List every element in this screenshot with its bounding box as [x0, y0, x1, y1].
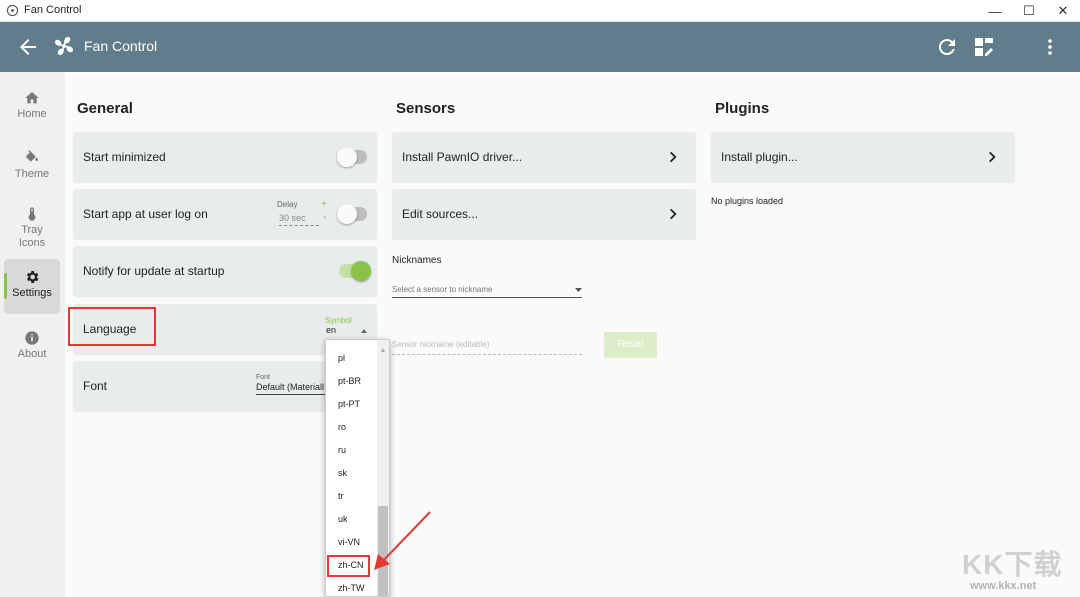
start-app-card: Start app at user log on Delay 30 sec + …: [73, 189, 377, 239]
start-app-label: Start app at user log on: [83, 207, 208, 221]
edit-sources-label: Edit sources...: [402, 207, 479, 221]
reset-button[interactable]: Reset: [604, 332, 657, 358]
sidebar-item-label: Icons: [18, 237, 46, 249]
caret-down-icon: [575, 288, 582, 292]
language-select-value[interactable]: en: [326, 325, 336, 335]
start-minimized-card: Start minimized: [73, 132, 377, 182]
language-option-pt-br[interactable]: pt-BR: [338, 376, 361, 386]
sidebar-item-label: Tray: [21, 224, 43, 236]
start-app-toggle[interactable]: [337, 204, 367, 224]
plugins-section-title: Plugins: [715, 100, 770, 117]
notify-update-label: Notify for update at startup: [83, 264, 225, 278]
maximize-button[interactable]: ☐: [1012, 0, 1046, 22]
gear-icon: [26, 271, 39, 283]
install-plugin-card[interactable]: Install plugin...: [711, 132, 1015, 182]
edit-sources-card[interactable]: Edit sources...: [392, 189, 696, 239]
install-plugin-label: Install plugin...: [721, 150, 798, 164]
chevron-right-icon: [989, 151, 996, 163]
minimize-button[interactable]: —: [978, 0, 1012, 22]
scroll-up-icon[interactable]: ▲: [378, 346, 388, 356]
info-icon: [25, 331, 39, 345]
font-select[interactable]: Default (Materiall: [256, 382, 326, 395]
sensor-nickname-input[interactable]: Sensor nickname (editable): [392, 337, 582, 355]
app-title: Fan Control: [84, 38, 158, 54]
nicknames-label: Nicknames: [392, 255, 442, 266]
sidebar-item-theme[interactable]: Theme: [4, 150, 60, 180]
language-option-ro[interactable]: ro: [338, 422, 346, 432]
language-option-uk[interactable]: uk: [338, 514, 348, 524]
install-pawnio-label: Install PawnIO driver...: [402, 150, 523, 164]
language-option-sk[interactable]: sk: [338, 468, 347, 478]
app-bar: Fan Control: [0, 22, 1080, 72]
start-minimized-toggle[interactable]: [337, 147, 367, 167]
language-option-ru[interactable]: ru: [338, 445, 346, 455]
delay-label: Delay: [277, 200, 298, 209]
sensor-nickname-placeholder: Sensor nickname (editable): [392, 340, 490, 349]
annotation-arrow-icon: [374, 511, 431, 570]
chevron-right-icon: [670, 208, 677, 220]
language-highlight-box: [68, 307, 156, 346]
sidebar-item-settings[interactable]: Settings: [4, 259, 60, 314]
close-button[interactable]: ✕: [1046, 0, 1080, 22]
sidebar-nav: Home Theme Tray Icons Settings About: [0, 72, 65, 597]
language-option-tr[interactable]: tr: [338, 491, 344, 501]
font-field-label: Font: [256, 374, 271, 381]
fan-control-app-icon: [6, 4, 19, 17]
sidebar-item-home[interactable]: Home: [4, 90, 60, 120]
symbol-label: Symbol: [325, 316, 352, 325]
home-icon: [25, 92, 39, 104]
sensors-section-title: Sensors: [396, 100, 456, 117]
watermark-url: www.kkx.net: [970, 580, 1037, 592]
window-titlebar: Fan Control — ☐ ✕: [0, 0, 1080, 22]
back-arrow-icon[interactable]: [16, 35, 40, 59]
zh-cn-highlight-box: [327, 555, 370, 577]
notify-update-toggle[interactable]: [339, 261, 371, 281]
more-vert-icon[interactable]: [1038, 35, 1062, 59]
watermark-logo: KK下载: [962, 549, 1063, 580]
sidebar-item-tray-icons[interactable]: Tray Icons: [4, 206, 60, 250]
refresh-icon[interactable]: [935, 35, 959, 59]
caret-up-icon[interactable]: [361, 329, 367, 333]
window-title: Fan Control: [24, 4, 82, 16]
language-option-vi-vn[interactable]: vi-VN: [338, 537, 360, 547]
dashboard-edit-icon[interactable]: [972, 35, 996, 59]
general-section-title: General: [77, 100, 133, 117]
chevron-right-icon: [670, 151, 677, 163]
sidebar-item-label: Settings: [12, 287, 52, 299]
sidebar-item-about[interactable]: About: [4, 330, 60, 360]
language-option-zh-tw[interactable]: zh-TW: [338, 583, 365, 593]
sensor-select-dropdown[interactable]: Select a sensor to nickname: [392, 282, 582, 298]
sidebar-item-label: Theme: [14, 168, 50, 180]
sidebar-item-label: About: [17, 348, 47, 360]
sensor-select-placeholder: Select a sensor to nickname: [392, 285, 493, 294]
fan-icon: [55, 37, 73, 55]
delay-decrease-button[interactable]: -: [323, 212, 326, 223]
notify-update-card: Notify for update at startup: [73, 246, 377, 296]
thermometer-icon: [28, 207, 36, 221]
sidebar-item-label: Home: [17, 108, 47, 120]
install-pawnio-card[interactable]: Install PawnIO driver...: [392, 132, 696, 182]
no-plugins-text: No plugins loaded: [711, 196, 784, 206]
delay-input[interactable]: 30 sec: [279, 213, 319, 226]
language-option-pl[interactable]: pl: [338, 353, 345, 363]
language-option-pt-pt[interactable]: pt-PT: [338, 399, 360, 409]
delay-increase-button[interactable]: +: [321, 199, 327, 210]
font-label: Font: [83, 379, 108, 393]
start-minimized-label: Start minimized: [83, 150, 166, 164]
paint-bucket-icon: [26, 150, 38, 162]
